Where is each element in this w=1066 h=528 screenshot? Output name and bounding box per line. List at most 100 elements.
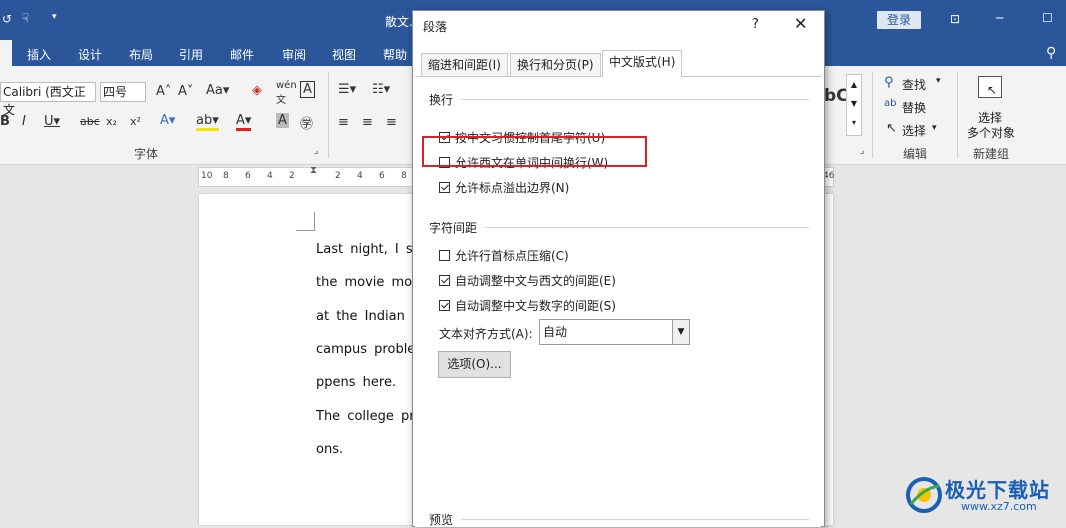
checkbox-auto-space-asian-numbers[interactable] (439, 300, 450, 311)
tab-view[interactable]: 视图 (332, 46, 356, 63)
paragraph-dialog: 段落 ? ✕ 缩进和间距(I) 换行和分页(P) 中文版式(H) 换行 按中文习… (412, 10, 825, 527)
ruler-tick: 8 (401, 171, 407, 181)
font-size-combo[interactable]: 四号 (100, 82, 146, 102)
replace-button[interactable]: 替换 (902, 99, 926, 116)
select-button[interactable]: 选择 (902, 122, 926, 139)
indent-marker-icon[interactable]: ⧗ (310, 165, 317, 176)
clear-format-icon[interactable]: ◈ (252, 83, 262, 98)
font-dialog-launcher-icon[interactable]: ⌟ (314, 146, 318, 156)
character-border-icon[interactable]: A (300, 81, 315, 98)
find-dropdown-icon[interactable]: ▾ (936, 76, 941, 86)
ruler-tick: 2 (335, 171, 341, 181)
font-size-value: 四号 (103, 85, 128, 99)
bullets-icon[interactable]: ☰▾ (338, 82, 356, 97)
doc-text-line[interactable]: The college pro (316, 409, 422, 424)
watermark: 极光下载站 www.xz7.com (905, 472, 1065, 516)
active-tab-edge (0, 40, 12, 66)
checkbox-compress-punctuation[interactable] (439, 250, 450, 261)
text-effects-icon[interactable]: A▾ (160, 113, 175, 128)
tab-asian-typography[interactable]: 中文版式(H) (602, 50, 683, 77)
doc-text-line[interactable]: at the Indian (316, 309, 405, 324)
options-button[interactable]: 选项(O)... (438, 351, 511, 378)
help-button[interactable]: ? (752, 17, 759, 32)
shrink-font-icon[interactable]: A˅ (178, 84, 193, 99)
doc-text-line[interactable]: ppens here. (316, 375, 396, 390)
maximize-icon[interactable]: ☐ (1042, 11, 1053, 25)
login-button[interactable]: 登录 (877, 11, 921, 29)
tab-layout[interactable]: 布局 (129, 46, 153, 63)
section-divider (461, 519, 809, 520)
tab-insert[interactable]: 插入 (27, 46, 51, 63)
enclose-character-icon[interactable]: ㊫ (300, 113, 313, 132)
select-dropdown-icon[interactable]: ▾ (932, 123, 937, 133)
margin-corner-mark (296, 212, 315, 231)
chevron-down-icon[interactable]: ▼ (672, 320, 689, 344)
touch-mode-icon[interactable]: ☟ (22, 11, 29, 25)
tab-label: 中文版式(H) (609, 55, 676, 69)
doc-text-line[interactable]: ons. (316, 442, 343, 457)
grow-font-icon[interactable]: A˄ (156, 84, 171, 99)
highlight-color-icon[interactable]: ab▾ (196, 113, 219, 131)
ruler-tick: 8 (223, 171, 229, 181)
underline-icon[interactable]: U▾ (44, 114, 60, 129)
style-preview[interactable]: bC (824, 86, 849, 106)
gallery-up-icon[interactable]: ▲ (847, 75, 861, 94)
styles-dialog-launcher-icon[interactable]: ⌟ (860, 146, 864, 156)
change-case-icon[interactable]: Aa▾ (206, 83, 229, 98)
align-center-icon[interactable]: ≡ (362, 115, 373, 130)
checkbox-label[interactable]: 自动调整中文与数字的间距(S) (455, 297, 616, 314)
replace-icon[interactable]: ab (884, 98, 896, 109)
style-gallery-scroll[interactable]: ▲ ▼ ▾ (846, 74, 862, 136)
doc-text-line[interactable]: Last night, I sa (316, 242, 421, 257)
checkbox-label[interactable]: 允许标点溢出边界(N) (455, 179, 569, 196)
tab-references[interactable]: 引用 (179, 46, 203, 63)
select-objects-icon[interactable]: ↖ (978, 76, 1002, 98)
character-shading-icon[interactable]: A (276, 113, 289, 128)
subscript-icon[interactable]: x₂ (106, 115, 117, 128)
select-cursor-icon[interactable]: ↖ (886, 121, 897, 136)
ribbon-display-icon[interactable]: ⊡ (950, 12, 960, 26)
gallery-down-icon[interactable]: ▼ (847, 94, 861, 113)
text-alignment-select[interactable]: 自动 ▼ (539, 319, 690, 345)
section-divider (485, 227, 809, 228)
tab-design[interactable]: 设计 (78, 46, 102, 63)
ruler-tick: 10 (201, 171, 213, 181)
tab-line-page-breaks[interactable]: 换行和分页(P) (510, 53, 601, 77)
checkbox-hanging-punctuation[interactable] (439, 182, 450, 193)
align-right-icon[interactable]: ≡ (386, 115, 397, 130)
strikethrough-icon[interactable]: abc (80, 115, 100, 128)
section-spacing-heading: 字符间距 (429, 221, 478, 235)
minimize-icon[interactable]: ─ (996, 11, 1003, 25)
font-color-icon[interactable]: A▾ (236, 113, 252, 131)
customize-quick-access-icon[interactable]: ▾ (52, 12, 57, 22)
phonetic-guide-icon[interactable]: wén 文 (276, 80, 297, 106)
bold-icon[interactable]: B (0, 114, 10, 129)
tab-label: 换行和分页(P) (517, 58, 594, 72)
checkbox-label[interactable]: 允许行首标点压缩(C) (455, 247, 569, 264)
section-divider (461, 99, 809, 100)
italic-icon[interactable]: I (22, 114, 26, 129)
group-separator (872, 72, 873, 158)
close-icon[interactable]: ✕ (794, 14, 807, 33)
gallery-more-icon[interactable]: ▾ (847, 113, 861, 132)
tab-indent-spacing[interactable]: 缩进和间距(I) (421, 53, 508, 77)
checkbox-auto-space-asian-latin[interactable] (439, 275, 450, 286)
font-name-combo[interactable]: Calibri (西文正文 (0, 82, 96, 117)
checkbox-label[interactable]: 自动调整中文与西文的间距(E) (455, 272, 616, 289)
ruler-tick: 4 (357, 171, 363, 181)
doc-text-line[interactable]: the movie moc (316, 275, 419, 290)
superscript-icon[interactable]: x² (130, 115, 141, 128)
find-button[interactable]: 查找 (902, 76, 926, 93)
align-left-icon[interactable]: ≡ (338, 115, 349, 130)
ruler-tick: 6 (245, 171, 251, 181)
doc-text-line[interactable]: campus proble (316, 342, 415, 357)
share-user-icon[interactable]: ⚲ (1046, 45, 1056, 61)
ruler-tick: 2 (289, 171, 295, 181)
tab-mailings[interactable]: 邮件 (230, 46, 254, 63)
select-objects-line2[interactable]: 多个对象 (967, 124, 1015, 141)
undo-icon[interactable]: ↺ (2, 12, 12, 26)
numbering-icon[interactable]: ☷▾ (372, 82, 390, 97)
tab-review[interactable]: 审阅 (282, 46, 306, 63)
find-icon[interactable]: ⚲ (884, 75, 894, 90)
tab-help[interactable]: 帮助 (383, 46, 407, 63)
